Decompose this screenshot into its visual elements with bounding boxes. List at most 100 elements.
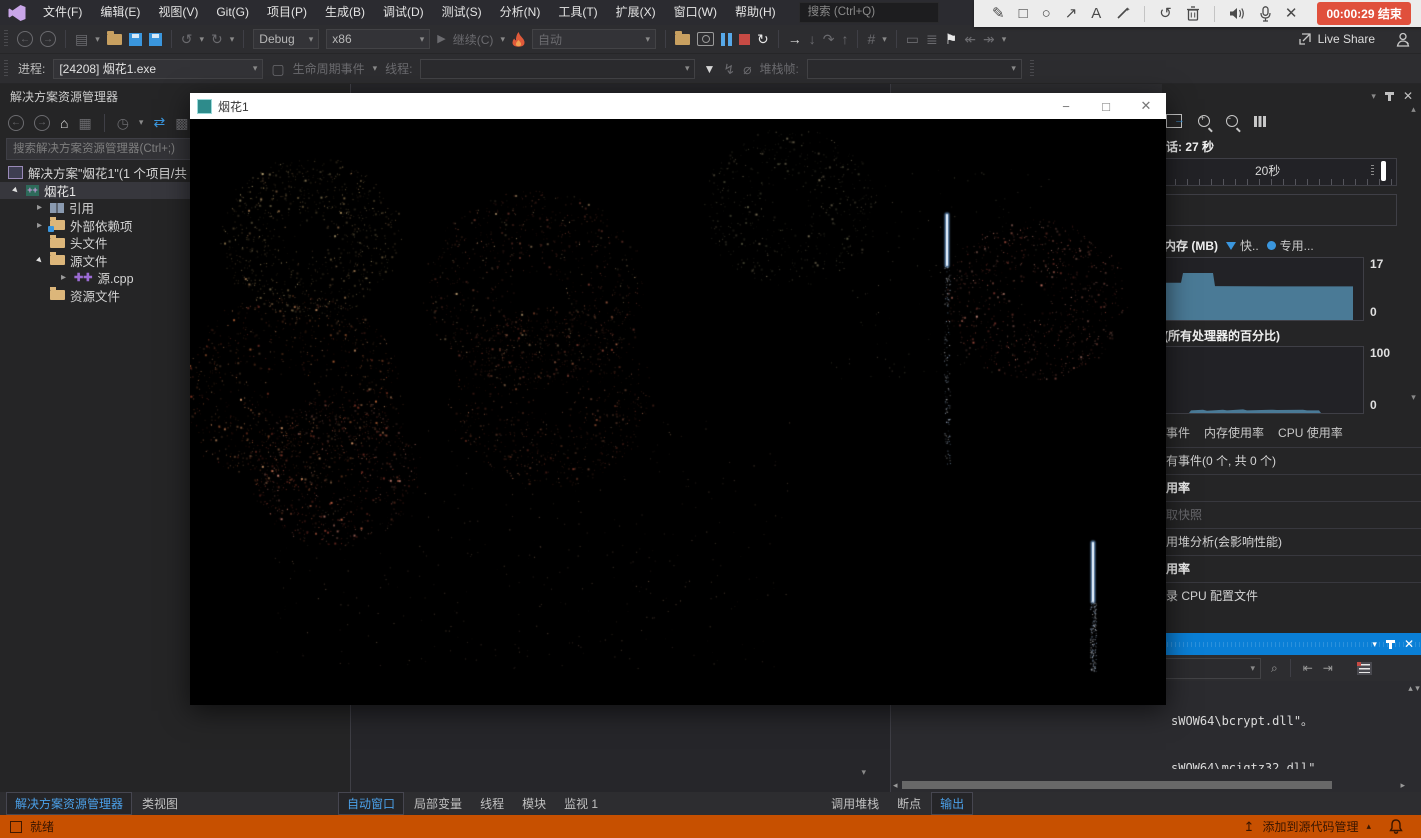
tab-watch-1[interactable]: 监视 1	[556, 793, 606, 814]
thread-dropdown[interactable]: ▾	[420, 59, 695, 79]
menu-project[interactable]: 项目(P)	[258, 0, 316, 25]
chevron-collapsed-icon[interactable]: ▸	[34, 202, 45, 213]
window-position-icon[interactable]: ▾	[1372, 639, 1377, 650]
save-icon[interactable]	[129, 33, 142, 46]
redo-icon[interactable]: ↻	[211, 31, 223, 47]
prev-bookmark-icon[interactable]: ↞	[964, 31, 976, 47]
filter-threads-icon[interactable]: ▼	[703, 61, 715, 77]
toolbar-drag-handle[interactable]	[4, 30, 8, 48]
undo-icon[interactable]: ↺	[181, 31, 193, 47]
find-in-files-icon[interactable]	[675, 34, 690, 45]
stop-debug-icon[interactable]	[739, 34, 750, 45]
scroll-down-icon[interactable]: ▾	[1415, 683, 1420, 693]
new-project-icon[interactable]: ▤	[75, 31, 88, 47]
open-folder-icon[interactable]	[107, 34, 122, 45]
tab-breakpoints[interactable]: 断点	[889, 793, 929, 814]
zoom-in-icon[interactable]: +	[1198, 115, 1210, 127]
ellipse-icon[interactable]: ○	[1042, 6, 1051, 21]
switch-views-icon[interactable]: ▦	[78, 115, 91, 131]
undo-icon[interactable]: ↺	[1159, 6, 1172, 21]
maximize-icon[interactable]: □	[1086, 99, 1126, 114]
record-cpu-profile-row[interactable]: 录 CPU 配置文件	[1162, 582, 1421, 609]
interactive-window-icon[interactable]: #	[867, 31, 875, 47]
feedback-icon[interactable]	[1396, 32, 1411, 47]
heap-profiling-row[interactable]: 用堆分析(会影响性能)	[1162, 528, 1421, 555]
hot-reload-flame-icon[interactable]	[512, 32, 525, 47]
minimize-icon[interactable]: −	[1046, 99, 1086, 114]
save-all-icon[interactable]	[149, 33, 162, 46]
scroll-left-icon[interactable]: ◂	[893, 780, 898, 791]
tab-call-stack[interactable]: 调用堆栈	[823, 793, 887, 814]
reset-view-icon[interactable]	[1254, 116, 1266, 127]
scrollbar-thumb[interactable]	[902, 781, 1332, 789]
next-bookmark-icon[interactable]: ↠	[983, 31, 995, 47]
suspend-threads-icon[interactable]: ⌀	[743, 61, 751, 77]
menu-edit[interactable]: 编辑(E)	[91, 0, 149, 25]
show-next-statement-icon[interactable]: →	[788, 31, 802, 47]
chevron-expanded-icon[interactable]: ▸	[32, 252, 48, 268]
push-arrow-icon[interactable]: ↥	[1244, 819, 1255, 835]
chevron-expanded-icon[interactable]: ▸	[8, 182, 24, 198]
speaker-icon[interactable]	[1229, 6, 1246, 21]
tab-threads[interactable]: 线程	[472, 793, 512, 814]
arrow-icon[interactable]: ↗	[1065, 6, 1078, 21]
properties-icon[interactable]: ▩	[175, 115, 188, 131]
scroll-up-icon[interactable]: ▴	[1408, 683, 1413, 693]
stackframe-dropdown[interactable]: ▾	[807, 59, 1022, 79]
text-icon[interactable]: A	[1091, 6, 1101, 21]
scroll-down-icon[interactable]: ▾	[1406, 392, 1421, 403]
timeline-current-marker[interactable]	[1381, 161, 1386, 181]
output-vertical-scrollbar[interactable]: ▴ ▾	[1407, 683, 1421, 787]
memory-window-icon[interactable]: ▭	[906, 31, 919, 47]
auto-dropdown[interactable]: 自动▾	[532, 29, 656, 49]
process-dropdown[interactable]: [24208] 烟花1.exe▾	[53, 59, 263, 79]
menu-git[interactable]: Git(G)	[207, 0, 258, 25]
zoom-out-icon[interactable]: -	[1226, 115, 1238, 127]
close-icon[interactable]: ✕	[1285, 6, 1298, 21]
laser-pen-icon[interactable]	[1115, 6, 1130, 21]
scroll-right-icon[interactable]: ▸	[1400, 780, 1405, 791]
pin-icon[interactable]	[1389, 640, 1392, 649]
screenshot-icon[interactable]	[697, 32, 714, 46]
timeline-splitter-dots[interactable]	[1371, 165, 1374, 177]
clear-all-icon[interactable]	[1357, 662, 1372, 675]
recording-timer-badge[interactable]: 00:00:29 结束	[1317, 2, 1410, 25]
timeline-ruler[interactable]: 20秒	[1162, 158, 1397, 186]
caret-up-icon[interactable]: ▴	[1366, 821, 1371, 832]
tab-autos-window[interactable]: 自动窗口	[338, 792, 404, 815]
menu-window[interactable]: 窗口(W)	[665, 0, 726, 25]
events-summary-row[interactable]: 有事件(0 个, 共 0 个)	[1162, 447, 1421, 474]
goto-prev-message-icon[interactable]: ⇤	[1303, 661, 1313, 675]
configuration-dropdown[interactable]: Debug▾	[253, 29, 319, 49]
fireworks-window-title-bar[interactable]: 烟花1 − □ ✕	[190, 93, 1166, 119]
step-out-icon[interactable]: ↑	[841, 31, 848, 47]
sync-with-active-document-icon[interactable]: ⇄	[153, 114, 165, 131]
cpu-usage-header-row[interactable]: 用率	[1162, 555, 1421, 582]
menu-view[interactable]: 视图(V)	[149, 0, 207, 25]
bookmark-icon[interactable]: ⚑	[945, 31, 958, 47]
rectangle-icon[interactable]: □	[1019, 6, 1028, 21]
chevron-collapsed-icon[interactable]: ▸	[34, 220, 45, 231]
window-position-icon[interactable]: ▾	[1371, 91, 1376, 102]
menu-build[interactable]: 生成(B)	[316, 0, 374, 25]
menu-tools[interactable]: 工具(T)	[549, 0, 606, 25]
toolbar-drag-handle[interactable]	[4, 60, 8, 78]
scroll-up-icon[interactable]: ▴	[1406, 104, 1421, 115]
menu-file[interactable]: 文件(F)	[34, 0, 91, 25]
memory-usage-header-row[interactable]: 用率	[1162, 474, 1421, 501]
quick-search-input[interactable]: 搜索 (Ctrl+Q)	[799, 2, 939, 23]
tab-locals[interactable]: 局部变量	[406, 793, 470, 814]
export-icon[interactable]	[1166, 114, 1182, 128]
step-over-icon[interactable]: ↷	[823, 31, 835, 47]
platform-dropdown[interactable]: x86▾	[326, 29, 430, 49]
live-share-button[interactable]: Live Share	[1298, 32, 1389, 46]
se-forward-icon[interactable]: →	[34, 115, 50, 131]
menu-debug[interactable]: 调试(D)	[374, 0, 433, 25]
flag-threads-icon[interactable]: ↯	[723, 61, 735, 77]
se-back-icon[interactable]: ←	[8, 115, 24, 131]
pause-icon[interactable]	[721, 33, 732, 46]
fireworks-app-window[interactable]: 烟花1 − □ ✕	[190, 93, 1166, 705]
continue-button[interactable]: 继续(C)	[453, 31, 494, 48]
goto-next-message-icon[interactable]: ⇥	[1323, 661, 1333, 675]
tab-class-view[interactable]: 类视图	[134, 793, 186, 814]
